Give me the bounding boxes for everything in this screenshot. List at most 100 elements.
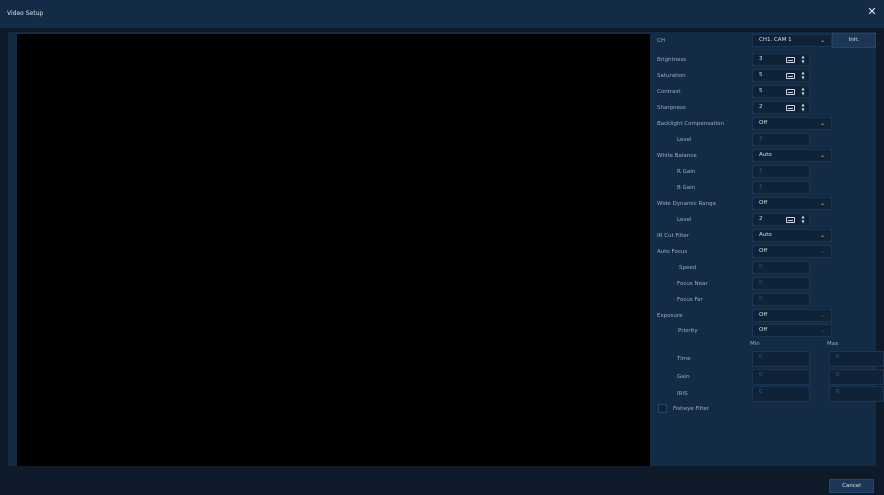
focus-far-label: Focus Far: [677, 297, 703, 303]
channel-value: CH1. CAM 1: [759, 37, 792, 43]
focus-near-value: 0: [759, 280, 763, 286]
keyboard-icon[interactable]: [786, 57, 795, 63]
sharpness-value: 2: [759, 104, 763, 110]
contrast-label: Contrast: [657, 89, 681, 95]
brightness-label: Brightness: [657, 57, 687, 63]
chevron-down-icon: ⌄: [819, 232, 825, 239]
window-title: Video Setup: [7, 10, 44, 17]
priority-value: Off: [759, 327, 768, 333]
white-balance-label: White Balance: [657, 153, 697, 159]
keyboard-icon[interactable]: [786, 217, 795, 223]
exposure-label: Exposure: [657, 313, 683, 319]
sharpness-label: Sharpness: [657, 105, 686, 111]
white-balance-select[interactable]: Auto ⌄: [752, 149, 832, 162]
focus-near-field: 0: [752, 277, 810, 290]
r-gain-value: 1: [759, 168, 763, 174]
priority-label: Priority: [678, 328, 698, 334]
saturation-label: Saturation: [657, 73, 686, 79]
ir-cut-value: Auto: [759, 232, 772, 238]
chevron-down-icon: ⌄: [819, 120, 825, 127]
video-preview: [17, 34, 650, 466]
close-icon[interactable]: ✕: [866, 6, 878, 18]
backlight-level-value: 2: [759, 136, 763, 142]
spinner-icon[interactable]: ▲ ▼: [800, 214, 806, 224]
auto-focus-select[interactable]: Off ⌄: [752, 245, 832, 258]
auto-focus-label: Auto Focus: [657, 249, 688, 255]
iris-min-value: 0: [759, 389, 763, 395]
white-balance-value: Auto: [759, 152, 772, 158]
chevron-down-icon: ⌄: [819, 327, 825, 334]
max-header: Max: [827, 341, 839, 347]
min-header: Min: [750, 341, 760, 347]
exposure-select[interactable]: Off ⌄: [752, 309, 832, 322]
wdr-label: Wide Dynamic Range: [657, 201, 716, 207]
chevron-down-icon: ⌄: [819, 152, 825, 159]
focus-far-value: 0: [759, 296, 763, 302]
iris-max-value: 0: [836, 389, 840, 395]
keyboard-icon[interactable]: [786, 89, 795, 95]
spinner-icon[interactable]: ▲ ▼: [800, 86, 806, 96]
fisheye-label: Fisheye Filter: [673, 406, 710, 412]
backlight-level-field: 2: [752, 133, 810, 146]
sharpness-field[interactable]: 2 ▲ ▼: [752, 101, 810, 114]
backlight-value: Off: [759, 120, 768, 126]
time-label: Time: [677, 356, 691, 362]
channel-label: CH: [657, 38, 665, 44]
init-button[interactable]: Init.: [832, 33, 876, 48]
footer-bar: [0, 470, 884, 495]
chevron-down-icon: ⌄: [819, 37, 825, 44]
gain-min-value: 0: [759, 372, 763, 378]
chevron-down-icon: ⌄: [819, 312, 825, 319]
af-speed-label: Speed: [679, 265, 697, 271]
time-max-value: 0: [836, 354, 840, 360]
focus-far-field: 0: [752, 293, 810, 306]
contrast-field[interactable]: 5 ▲ ▼: [752, 85, 810, 98]
gain-max-field: 0: [829, 369, 884, 385]
iris-max-field: 0: [829, 386, 884, 402]
exposure-value: Off: [759, 312, 768, 318]
focus-near-label: Focus Near: [677, 281, 708, 287]
iris-min-field: 0: [752, 386, 810, 402]
auto-focus-value: Off: [759, 248, 768, 254]
spinner-icon[interactable]: ▲ ▼: [800, 70, 806, 80]
r-gain-label: R Gain: [677, 169, 696, 175]
priority-select[interactable]: Off ⌄: [752, 324, 832, 337]
time-min-field: 0: [752, 351, 810, 367]
time-max-field: 0: [829, 351, 884, 367]
b-gain-value: 1: [759, 184, 763, 190]
spinner-icon[interactable]: ▲ ▼: [800, 102, 806, 112]
gain-label: Gain: [677, 374, 690, 380]
gain-min-field: 0: [752, 369, 810, 385]
chevron-down-icon: ⌄: [819, 200, 825, 207]
saturation-field[interactable]: 5 ▲ ▼: [752, 69, 810, 82]
fisheye-checkbox[interactable]: [658, 404, 667, 413]
wdr-level-value: 2: [759, 216, 763, 222]
b-gain-field: 1: [752, 181, 810, 194]
backlight-select[interactable]: Off ⌄: [752, 117, 832, 130]
chevron-down-icon: ⌄: [819, 248, 825, 255]
backlight-label: Backlight Compensation: [657, 121, 724, 127]
af-speed-value: 0: [759, 264, 763, 270]
ir-cut-select[interactable]: Auto ⌄: [752, 229, 832, 242]
ir-cut-label: IR Cut Filter: [657, 233, 690, 239]
af-speed-field: 0: [752, 261, 810, 274]
wdr-value: Off: [759, 200, 768, 206]
cancel-button[interactable]: Cancel: [829, 479, 874, 493]
title-bar: Video Setup ✕: [0, 0, 884, 28]
r-gain-field: 1: [752, 165, 810, 178]
brightness-field[interactable]: 3 ▲ ▼: [752, 53, 810, 66]
time-min-value: 0: [759, 354, 763, 360]
iris-label: IRIS: [677, 391, 688, 397]
keyboard-icon[interactable]: [786, 73, 795, 79]
brightness-value: 3: [759, 56, 763, 62]
b-gain-label: B Gain: [677, 185, 696, 191]
spinner-icon[interactable]: ▲ ▼: [800, 54, 806, 64]
channel-select[interactable]: CH1. CAM 1 ⌄: [752, 34, 832, 47]
wdr-level-field[interactable]: 2 ▲ ▼: [752, 213, 810, 226]
gain-max-value: 0: [836, 372, 840, 378]
keyboard-icon[interactable]: [786, 105, 795, 111]
backlight-level-label: Level: [677, 137, 692, 143]
contrast-value: 5: [759, 88, 763, 94]
wdr-select[interactable]: Off ⌄: [752, 197, 832, 210]
wdr-level-label: Level: [677, 217, 692, 223]
